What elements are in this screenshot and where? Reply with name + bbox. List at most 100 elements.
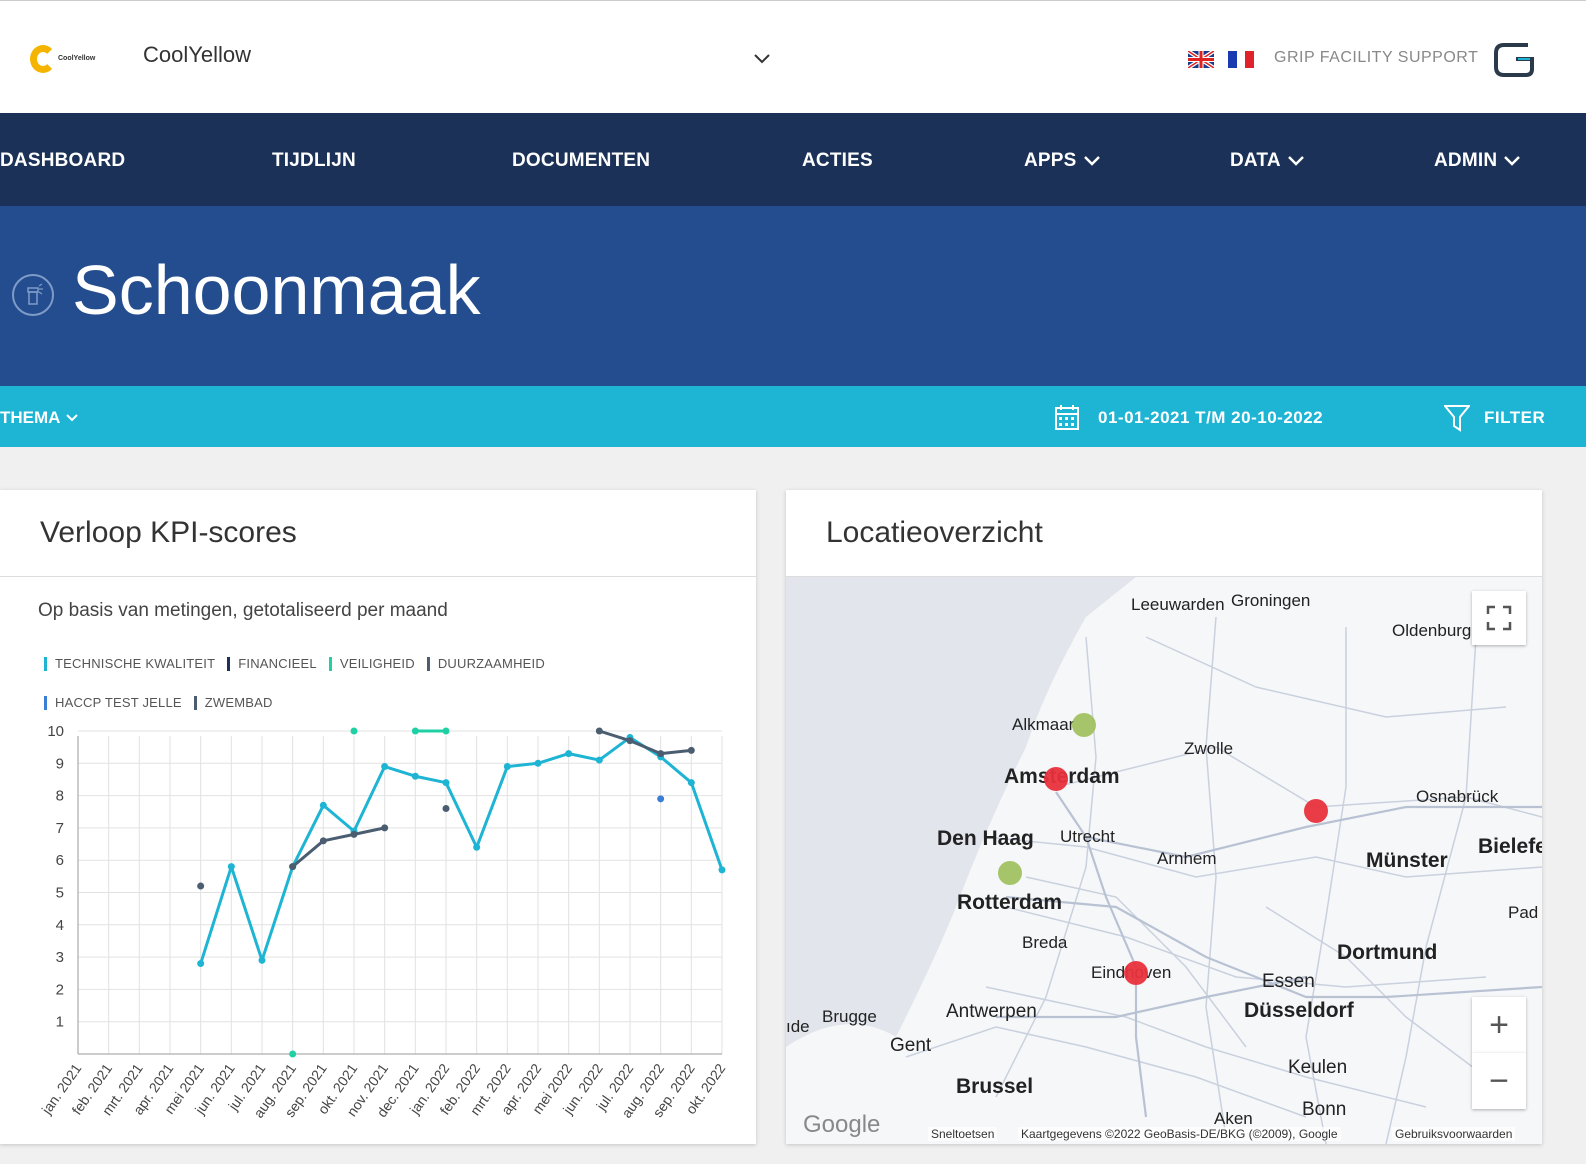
nav-label: ACTIES: [802, 150, 873, 171]
map-city-label: Düsseldorf: [1244, 999, 1354, 1022]
y-tick-label: 6: [56, 852, 64, 869]
zoom-out-button[interactable]: −: [1472, 1053, 1526, 1109]
kpi-card: Verloop KPI-scores Op basis van metingen…: [0, 490, 756, 1144]
filter-funnel-icon[interactable]: [1444, 404, 1470, 432]
map-city-label: Gent: [890, 1035, 932, 1056]
data-point: [442, 779, 450, 787]
zoom-in-button[interactable]: +: [1472, 997, 1526, 1053]
y-tick-label: 2: [56, 981, 64, 998]
nav-label: ADMIN: [1434, 150, 1498, 171]
chart-legend-row-2: HACCP TEST JELLE ZWEMBAD: [44, 695, 273, 710]
legend-item[interactable]: TECHNISCHE KWALITEIT: [44, 656, 215, 671]
map-city-label: Arnhem: [1157, 849, 1217, 868]
legend-label: TECHNISCHE KWALITEIT: [55, 656, 216, 671]
grip-logo-icon[interactable]: [1492, 37, 1536, 81]
logo-c-mark: [30, 45, 56, 73]
data-point: [319, 801, 327, 809]
data-point: [442, 805, 450, 813]
data-point: [350, 830, 358, 838]
chart-legend-row-1: TECHNISCHE KWALITEIT FINANCIEEL VEILIGHEID…: [44, 656, 545, 671]
y-tick-label: 1: [56, 1014, 64, 1031]
data-point: [197, 882, 205, 890]
chevron-down-icon: [1287, 156, 1304, 166]
legend-item[interactable]: ZWEMBAD: [193, 695, 273, 710]
calendar-icon[interactable]: [1054, 404, 1080, 431]
chevron-down-icon: [66, 414, 79, 422]
legend-label: DUURZAAMHEID: [437, 656, 545, 671]
date-range-picker[interactable]: 01-01-2021 T/M 20-10-2022: [1098, 408, 1323, 428]
chevron-down-icon: [1083, 156, 1100, 166]
legend-label: HACCP TEST JELLE: [55, 695, 182, 710]
nav-admin[interactable]: ADMIN: [1434, 150, 1521, 172]
coolyellow-logo[interactable]: CoolYellow: [30, 45, 112, 75]
map-marker-green[interactable]: [998, 861, 1022, 885]
chevron-down-icon[interactable]: [752, 49, 772, 69]
thema-dropdown[interactable]: THEMA: [0, 408, 80, 428]
map-city-label: Brugge: [822, 1007, 877, 1026]
nav-label: TIJDLIJN: [272, 150, 356, 171]
map-marker-red[interactable]: [1124, 961, 1148, 985]
data-point: [687, 746, 695, 754]
y-tick-label: 4: [56, 917, 64, 934]
map-card: Locatieoverzicht Leeuwarden Groningen Ol…: [786, 490, 1542, 1144]
nav-tijdlijn[interactable]: TIJDLIJN: [272, 150, 356, 172]
data-point: [657, 795, 665, 803]
map-terms-link[interactable]: Gebruiksvoorwaarden: [1392, 1127, 1516, 1141]
nav-documenten[interactable]: DOCUMENTEN: [512, 150, 650, 172]
data-point: [289, 1050, 297, 1058]
legend-color-swatch: [44, 656, 47, 671]
legend-label: ZWEMBAD: [204, 695, 273, 710]
nav-data[interactable]: DATA: [1230, 150, 1305, 172]
filter-button[interactable]: FILTER: [1484, 408, 1545, 428]
main-nav: DASHBOARD TIJDLIJN DOCUMENTEN ACTIES APP…: [0, 113, 1586, 206]
y-tick-label: 9: [56, 755, 64, 772]
nav-apps[interactable]: APPS: [1024, 150, 1101, 172]
data-point: [319, 837, 327, 845]
data-point: [411, 772, 419, 780]
support-link[interactable]: GRIP FACILITY SUPPORT: [1274, 49, 1478, 67]
map-city-label: Bielefe: [1478, 835, 1542, 858]
data-point: [687, 779, 695, 787]
nav-acties[interactable]: ACTIES: [802, 150, 873, 172]
y-tick-label: 10: [47, 724, 64, 740]
nav-label: DASHBOARD: [0, 150, 126, 171]
data-point: [289, 863, 297, 871]
legend-item[interactable]: FINANCIEEL: [227, 656, 317, 671]
uk-flag-icon[interactable]: [1188, 51, 1214, 68]
legend-item[interactable]: DUURZAAMHEID: [426, 656, 545, 671]
top-header: CoolYellow CoolYellow GRIP FACILITY SUPP…: [0, 0, 1586, 113]
legend-item[interactable]: VEILIGHEID: [328, 656, 415, 671]
french-flag-icon[interactable]: [1228, 51, 1254, 68]
map-city-label: Breda: [1022, 933, 1068, 952]
map-shortcuts-link[interactable]: Sneltoetsen: [928, 1127, 998, 1141]
map-marker-green[interactable]: [1072, 713, 1096, 737]
map-card-title: Locatieoverzicht: [826, 516, 1043, 549]
map-city-label: Leeuwarden: [1131, 595, 1225, 614]
data-point: [442, 727, 450, 735]
legend-item[interactable]: HACCP TEST JELLE: [44, 695, 182, 710]
chevron-down-icon: [1504, 156, 1521, 166]
kpi-card-title: Verloop KPI-scores: [40, 516, 297, 549]
card-divider: [0, 576, 756, 577]
map-marker-red[interactable]: [1304, 799, 1328, 823]
map-city-label: Keulen: [1288, 1057, 1348, 1078]
page-hero: Schoonmaak: [0, 206, 1586, 386]
map-marker-red[interactable]: [1044, 767, 1068, 791]
y-tick-label: 7: [56, 820, 64, 837]
series-line: [291, 826, 385, 868]
kpi-line-chart: 12345678910jan. 2021feb. 2021mrt. 2021ap…: [38, 724, 729, 1121]
map-city-label: Dortmund: [1337, 941, 1438, 964]
map-data-attribution[interactable]: Kaartgegevens ©2022 GeoBasis-DE/BKG (©20…: [1018, 1127, 1341, 1141]
map-city-label: Utrecht: [1060, 827, 1115, 846]
map-city-label: Groningen: [1231, 591, 1311, 610]
fullscreen-button[interactable]: [1472, 591, 1526, 645]
map-city-label: Bonn: [1302, 1099, 1347, 1120]
legend-color-swatch: [426, 656, 430, 671]
data-point: [595, 727, 603, 735]
y-tick-label: 5: [56, 885, 64, 902]
map-city-label: Alkmaar: [1012, 715, 1075, 734]
data-point: [565, 750, 573, 758]
location-map[interactable]: Leeuwarden Groningen Oldenburg Alkmaar Zwoll…: [786, 577, 1542, 1144]
client-name[interactable]: CoolYellow: [143, 42, 251, 68]
nav-dashboard[interactable]: DASHBOARD: [0, 150, 125, 172]
